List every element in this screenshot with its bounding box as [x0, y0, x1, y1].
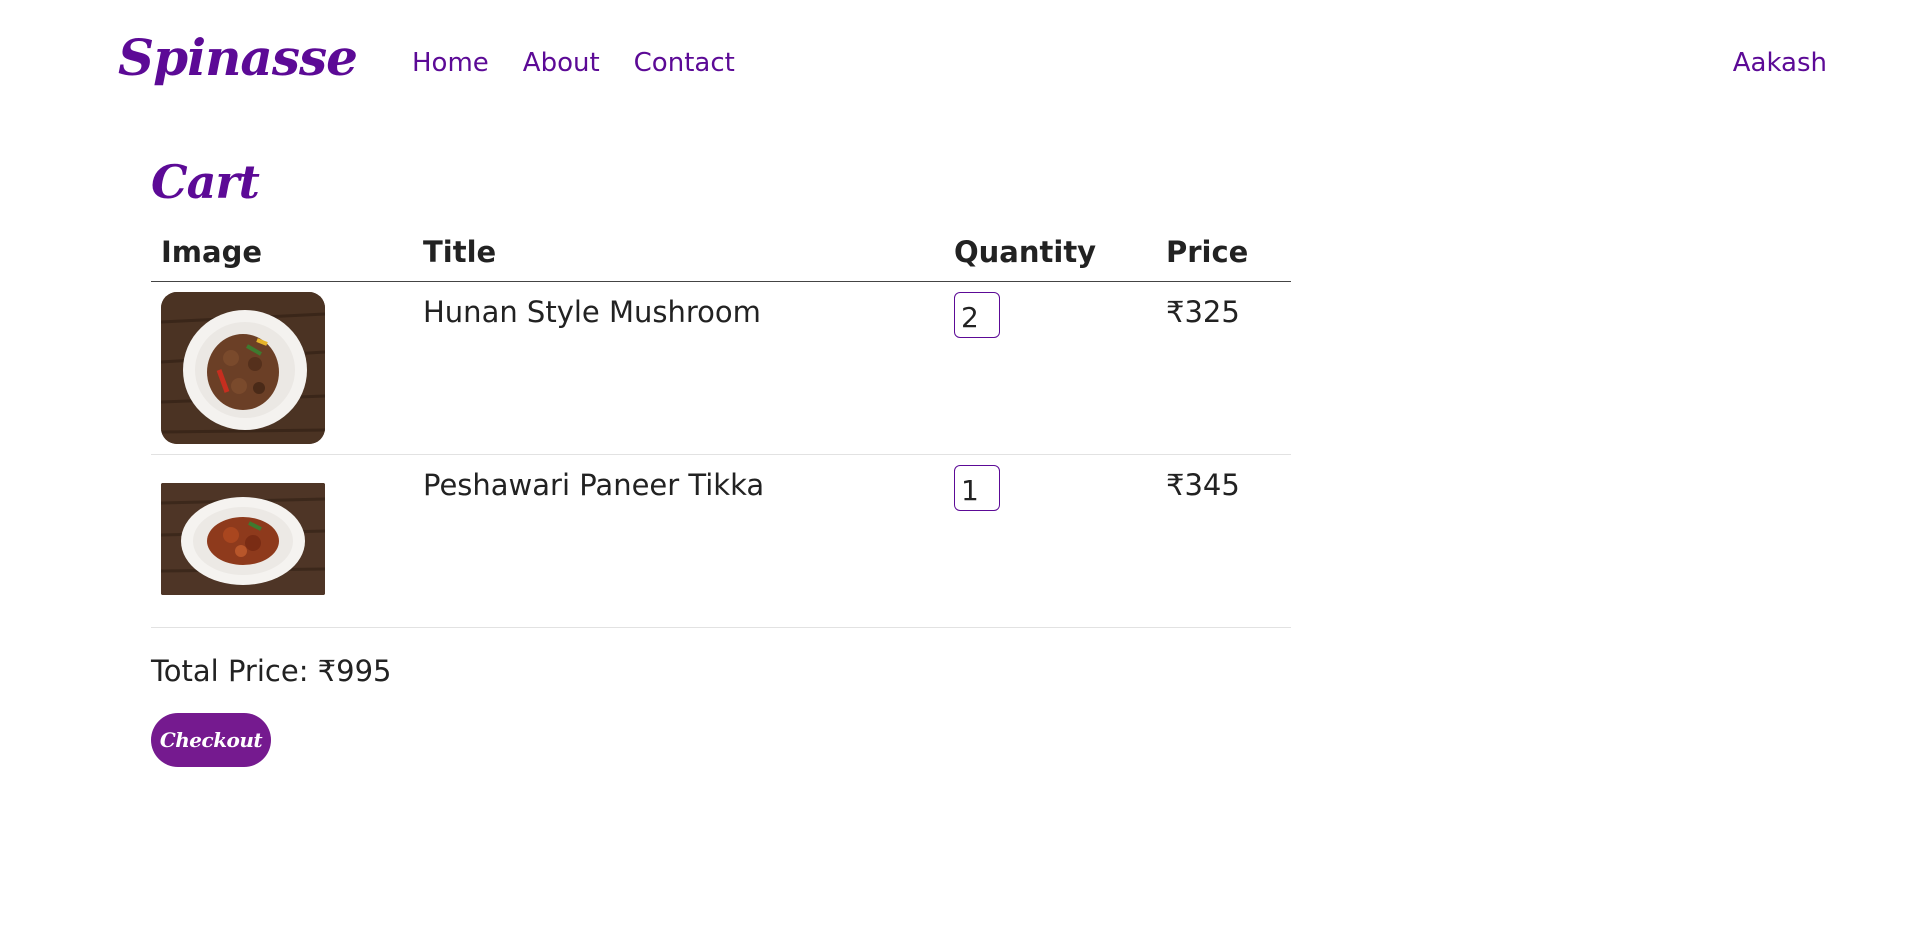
cart-page: Cart Image Title Quantity Price Hunan St… — [151, 155, 1291, 767]
product-title: Peshawari Paneer Tikka — [423, 468, 765, 502]
cell-price: ₹345 — [1156, 454, 1291, 628]
quantity-input[interactable] — [954, 292, 1000, 338]
cell-price: ₹325 — [1156, 281, 1291, 455]
navbar: Spinasse Home About Contact Aakash — [0, 0, 1920, 120]
product-image — [161, 483, 325, 595]
column-header-quantity: Quantity — [944, 225, 1156, 282]
product-price: ₹325 — [1166, 295, 1240, 329]
cell-title: Hunan Style Mushroom — [413, 281, 944, 455]
nav-link-contact[interactable]: Contact — [634, 48, 735, 78]
table-header-row: Image Title Quantity Price — [151, 225, 1291, 282]
checkout-button[interactable]: Checkout — [151, 713, 271, 767]
product-title: Hunan Style Mushroom — [423, 295, 761, 329]
nav-link-about[interactable]: About — [523, 48, 600, 78]
cell-image — [151, 454, 413, 628]
user-link[interactable]: Aakash — [1733, 48, 1827, 78]
cell-quantity — [944, 454, 1156, 628]
cart-table: Image Title Quantity Price Hunan Style M… — [151, 225, 1291, 628]
cell-image — [151, 281, 413, 455]
table-row: Peshawari Paneer Tikka ₹345 — [151, 454, 1291, 628]
column-header-price: Price — [1156, 225, 1291, 282]
page-title: Cart — [151, 155, 260, 209]
nav-links: Home About Contact — [412, 48, 735, 78]
column-header-image: Image — [151, 225, 413, 282]
product-image — [161, 292, 325, 444]
product-price: ₹345 — [1166, 468, 1240, 502]
quantity-input[interactable] — [954, 465, 1000, 511]
column-header-title: Title — [413, 225, 944, 282]
total-price: Total Price: ₹995 — [151, 654, 392, 688]
cell-quantity — [944, 281, 1156, 455]
nav-link-home[interactable]: Home — [412, 48, 489, 78]
table-row: Hunan Style Mushroom ₹325 — [151, 281, 1291, 455]
brand-logo[interactable]: Spinasse — [118, 28, 358, 87]
cell-title: Peshawari Paneer Tikka — [413, 454, 944, 628]
